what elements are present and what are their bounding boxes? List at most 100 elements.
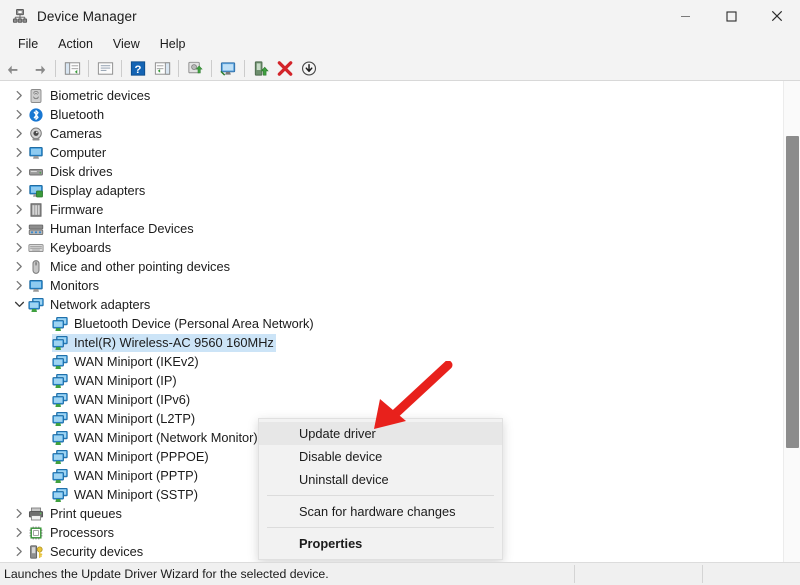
minimize-button[interactable]: [662, 0, 708, 32]
network-icon: [52, 430, 68, 446]
tree-item[interactable]: WAN Miniport (IPv6): [0, 390, 772, 409]
tree-item-content[interactable]: Mice and other pointing devices: [28, 258, 232, 276]
uninstall-device-button[interactable]: [249, 57, 273, 79]
toolbar-separator: [88, 59, 89, 77]
properties-button[interactable]: [93, 57, 117, 79]
tree-item-content[interactable]: WAN Miniport (SSTP): [52, 486, 200, 504]
chevron-right-icon[interactable]: [10, 89, 28, 102]
chevron-right-icon[interactable]: [10, 526, 28, 539]
chevron-right-icon[interactable]: [10, 184, 28, 197]
tree-item[interactable]: Biometric devices: [0, 86, 772, 105]
computer-icon: [28, 145, 44, 161]
tree-item[interactable]: Keyboards: [0, 238, 772, 257]
tree-item-content[interactable]: WAN Miniport (L2TP): [52, 410, 197, 428]
tree-item[interactable]: Network adapters: [0, 295, 772, 314]
tree-item-content[interactable]: Intel(R) Wireless-AC 9560 160MHz: [52, 333, 276, 352]
tree-item-content[interactable]: WAN Miniport (IPv6): [52, 391, 192, 409]
menu-view[interactable]: View: [103, 35, 150, 53]
chevron-right-icon[interactable]: [10, 222, 28, 235]
disable-device-button[interactable]: [273, 57, 297, 79]
tree-item-content[interactable]: Monitors: [28, 277, 101, 295]
tree-item-label: WAN Miniport (IP): [74, 372, 177, 388]
tree-item-content[interactable]: WAN Miniport (PPPOE): [52, 448, 211, 466]
tree-item-content[interactable]: WAN Miniport (IP): [52, 372, 179, 390]
tree-item-selected[interactable]: Intel(R) Wireless-AC 9560 160MHz: [0, 333, 772, 352]
context-menu-item-scan-for-hardware-changes[interactable]: Scan for hardware changes: [259, 500, 502, 523]
tree-item-content[interactable]: WAN Miniport (IKEv2): [52, 353, 201, 371]
context-menu-item-disable-device[interactable]: Disable device: [259, 445, 502, 468]
tree-item-content[interactable]: Human Interface Devices: [28, 220, 196, 238]
tree-item-label: Computer: [50, 144, 107, 160]
tree-item-content[interactable]: WAN Miniport (PPTP): [52, 467, 200, 485]
show-hide-action-pane-button[interactable]: [150, 57, 174, 79]
tree-item[interactable]: Cameras: [0, 124, 772, 143]
chevron-right-icon[interactable]: [10, 108, 28, 121]
context-menu-item-uninstall-device[interactable]: Uninstall device: [259, 468, 502, 491]
update-driver-button[interactable]: [183, 57, 207, 79]
chevron-right-icon: [16, 527, 22, 538]
forward-button[interactable]: [27, 57, 51, 79]
tree-item-content[interactable]: Security devices: [28, 543, 145, 561]
tree-item-content[interactable]: Processors: [28, 524, 116, 542]
tree-item-content[interactable]: Firmware: [28, 201, 105, 219]
tree-item-content[interactable]: Print queues: [28, 505, 124, 523]
chevron-right-icon[interactable]: [10, 260, 28, 273]
enable-device-icon: [301, 60, 316, 76]
chevron-right-icon[interactable]: [10, 146, 28, 159]
tree-item-content[interactable]: Bluetooth: [28, 106, 106, 124]
menu-action[interactable]: Action: [48, 35, 103, 53]
tree-item-label: WAN Miniport (Network Monitor): [74, 429, 258, 445]
window-title: Device Manager: [37, 8, 137, 24]
scan-for-hardware-changes-button[interactable]: [216, 57, 240, 79]
tree-item[interactable]: Disk drives: [0, 162, 772, 181]
tree-item-content[interactable]: Bluetooth Device (Personal Area Network): [52, 315, 316, 333]
show-hide-console-tree-button[interactable]: [60, 57, 84, 79]
printer-icon: [28, 507, 44, 520]
tree-item-content[interactable]: Keyboards: [28, 239, 113, 257]
menu-help[interactable]: Help: [150, 35, 196, 53]
chevron-right-icon[interactable]: [10, 127, 28, 140]
chevron-right-icon[interactable]: [10, 241, 28, 254]
tree-item-content[interactable]: Disk drives: [28, 163, 115, 181]
tree-item-content[interactable]: Biometric devices: [28, 87, 152, 105]
tree-item-label: Keyboards: [50, 239, 112, 255]
tree-item-content[interactable]: Computer: [28, 144, 108, 162]
scrollbar-thumb[interactable]: [786, 136, 799, 448]
tree-item[interactable]: Display adapters: [0, 181, 772, 200]
tree-item-label: WAN Miniport (IKEv2): [74, 353, 199, 369]
chevron-right-icon[interactable]: [10, 279, 28, 292]
chevron-right-icon: [16, 280, 22, 291]
tree-item[interactable]: Monitors: [0, 276, 772, 295]
tree-item[interactable]: Bluetooth Device (Personal Area Network): [0, 314, 772, 333]
close-button[interactable]: [754, 0, 800, 32]
tree-item[interactable]: Mice and other pointing devices: [0, 257, 772, 276]
chevron-right-icon[interactable]: [10, 165, 28, 178]
help-button[interactable]: ?: [126, 57, 150, 79]
tree-item-label: Bluetooth: [50, 106, 105, 122]
vertical-scrollbar[interactable]: [783, 81, 800, 562]
tree-item-label: Print queues: [50, 505, 122, 521]
tree-item-content[interactable]: Display adapters: [28, 182, 147, 200]
back-button[interactable]: [3, 57, 27, 79]
tree-item[interactable]: Firmware: [0, 200, 772, 219]
chevron-right-icon[interactable]: [10, 507, 28, 520]
keyboard-icon: [28, 240, 44, 256]
tree-item[interactable]: Human Interface Devices: [0, 219, 772, 238]
tree-item[interactable]: WAN Miniport (IP): [0, 371, 772, 390]
tree-item[interactable]: WAN Miniport (IKEv2): [0, 352, 772, 371]
tree-item-content[interactable]: Network adapters: [28, 296, 152, 314]
tree-item[interactable]: Computer: [0, 143, 772, 162]
camera-icon: [30, 127, 42, 140]
tree-item-content[interactable]: Cameras: [28, 125, 104, 143]
menu-file[interactable]: File: [8, 35, 48, 53]
context-menu-item-update-driver[interactable]: Update driver: [259, 422, 502, 445]
tree-item[interactable]: Bluetooth: [0, 105, 772, 124]
chevron-right-icon[interactable]: [10, 203, 28, 216]
tree-item-content[interactable]: WAN Miniport (Network Monitor): [52, 429, 260, 447]
chevron-down-icon[interactable]: [10, 298, 28, 311]
maximize-button[interactable]: [708, 0, 754, 32]
enable-device-button[interactable]: [297, 57, 321, 79]
context-menu-item-properties[interactable]: Properties: [259, 532, 502, 555]
chevron-right-icon[interactable]: [10, 545, 28, 558]
tree-item-label: WAN Miniport (PPTP): [74, 467, 198, 483]
